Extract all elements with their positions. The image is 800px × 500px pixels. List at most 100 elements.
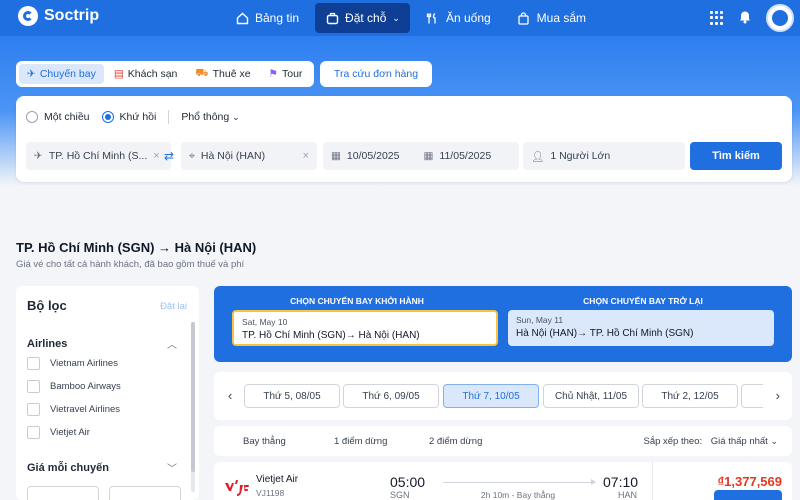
- avatar[interactable]: [766, 4, 794, 32]
- destination-field[interactable]: ⌖ Hà Nội (HAN) ×: [181, 142, 317, 170]
- calendar-icon: ▦: [331, 150, 341, 162]
- price-heading[interactable]: Giá mỗi chuyến: [27, 462, 109, 474]
- one-way-radio[interactable]: [26, 111, 38, 123]
- logo-icon: [18, 6, 38, 26]
- airline-filter-item[interactable]: Vietnam Airlines: [27, 357, 118, 370]
- clear-destination-icon[interactable]: ×: [303, 150, 309, 162]
- nav-label: Mua sắm: [536, 11, 587, 25]
- airlines-heading[interactable]: Airlines: [27, 338, 67, 350]
- leg-date: Sun, May 11: [516, 315, 564, 325]
- airline-filter-item[interactable]: Vietravel Airlines: [27, 403, 120, 416]
- tab-label: Chuyến bay: [39, 68, 96, 80]
- person-icon: 👤︎: [531, 150, 545, 163]
- nav-item-food[interactable]: Ăn uống: [416, 3, 501, 33]
- round-trip-radio[interactable]: [101, 111, 114, 123]
- tab-car-rental[interactable]: ⛟ Thuê xe: [187, 64, 258, 84]
- filter-one-stop[interactable]: 1 điểm dừng: [334, 436, 387, 447]
- flight-path-line: [443, 479, 596, 485]
- filter-two-stops[interactable]: 2 điểm dừng: [429, 436, 482, 447]
- one-way-label: Một chiều: [44, 111, 90, 123]
- chevron-down-icon: ⌄: [392, 12, 400, 23]
- airline-label: Vietnam Airlines: [50, 358, 118, 369]
- leg-route: Hà Nội (HAN)→ TP. Hồ Chí Minh (SGN): [516, 328, 694, 339]
- flight-price: ₫1,377,569: [717, 474, 782, 489]
- date-option[interactable]: Thứ 6, 09/05: [343, 384, 439, 408]
- airline-label: Vietravel Airlines: [50, 404, 121, 415]
- vietjet-logo-graphic: [225, 480, 249, 496]
- tab-flights[interactable]: ✈ Chuyến bay: [19, 64, 104, 84]
- date-option-selected[interactable]: Thứ 7, 10/05: [443, 384, 539, 408]
- date-strip: ‹ Thứ 5, 08/05 Thứ 6, 09/05 Thứ 7, 10/05…: [214, 372, 792, 420]
- outbound-leg-card[interactable]: Sat, May 10 TP. Hồ Chí Minh (SGN)→ Hà Nộ…: [232, 310, 498, 346]
- depart-date-field[interactable]: ▦ 10/05/2025 ▦ 11/05/2025: [323, 142, 519, 170]
- trip-type-row: Một chiều Khứ hồi Phổ thông ⌄: [26, 110, 240, 124]
- page-subtitle: Giá vé cho tất cả hành khách, đã bao gồm…: [16, 259, 245, 270]
- clear-origin-icon[interactable]: ×: [153, 150, 159, 162]
- airline-filter-item[interactable]: Bamboo Airways: [27, 380, 121, 393]
- stops-sort-bar: Bay thẳng 1 điểm dừng 2 điểm dừng Sắp xế…: [214, 426, 792, 456]
- shopping-bag-icon: [517, 11, 531, 25]
- date-option[interactable]: Chủ Nhật, 11/05: [543, 384, 639, 408]
- sort-label: Sắp xếp theo:: [643, 436, 703, 447]
- airline-label: Vietjet Air: [50, 427, 90, 438]
- checkbox[interactable]: [27, 426, 40, 439]
- soctrip-logo[interactable]: Soctrip: [18, 6, 99, 26]
- sort-select[interactable]: Sắp xếp theo: Giá thấp nhất ⌄: [643, 436, 778, 447]
- checkbox[interactable]: [27, 380, 40, 393]
- date-option-partial[interactable]: [741, 384, 763, 408]
- return-leg-card[interactable]: Sun, May 11 Hà Nội (HAN)→ TP. Hồ Chí Min…: [508, 310, 774, 346]
- chevron-down-icon: ⌄: [232, 112, 240, 122]
- depart-airport: SGN: [390, 490, 410, 500]
- flight-result-card[interactable]: Vietjet Air VJ1198 05:00 SGN 2h 10m - Ba…: [214, 462, 792, 500]
- reset-filters-link[interactable]: Đặt lại: [160, 301, 187, 312]
- chevron-left-icon[interactable]: ‹: [228, 388, 232, 403]
- chevron-down-icon[interactable]: ﹀: [167, 460, 177, 475]
- date-option[interactable]: Thứ 5, 08/05: [244, 384, 340, 408]
- passenger-field[interactable]: 👤︎ 1 Người Lớn: [523, 142, 685, 170]
- flight-code: VJ1198: [256, 488, 285, 498]
- apps-grid-icon[interactable]: [710, 11, 724, 25]
- tab-hotels[interactable]: ▤ Khách sạn: [106, 64, 186, 84]
- checkbox[interactable]: [27, 403, 40, 416]
- order-lookup-button[interactable]: Tra cứu đơn hàng: [320, 61, 432, 87]
- airline-name: Vietjet Air: [256, 474, 299, 485]
- outbound-heading: CHỌN CHUYẾN BAY KHỞI HÀNH: [290, 296, 424, 306]
- cabin-class-select[interactable]: Phổ thông ⌄: [181, 111, 239, 123]
- airline-label: Bamboo Airways: [50, 381, 121, 392]
- vietjet-logo: [224, 476, 250, 500]
- tab-label: Tour: [282, 68, 303, 80]
- nav-item-newsfeed[interactable]: Bảng tin: [225, 3, 309, 33]
- plane-icon: ✈: [27, 68, 36, 80]
- bell-icon[interactable]: [738, 9, 752, 27]
- location-pin-icon: ⌖: [189, 149, 195, 162]
- leg-date: Sat, May 10: [242, 317, 288, 327]
- arrive-time: 07:10: [603, 474, 639, 490]
- nav-label: Đặt chỗ: [345, 11, 387, 25]
- chevron-up-icon[interactable]: ︿: [167, 336, 177, 351]
- date-option[interactable]: Thứ 2, 12/05: [642, 384, 738, 408]
- filter-direct[interactable]: Bay thẳng: [243, 436, 286, 447]
- swap-icon[interactable]: ⇄: [164, 149, 174, 163]
- tab-tour[interactable]: ⚑ Tour: [261, 64, 311, 84]
- calendar-icon: ▦: [423, 150, 434, 162]
- cabin-class-value: Phổ thông: [181, 111, 230, 123]
- filter-title: Bộ lọc: [27, 298, 67, 313]
- search-button[interactable]: Tìm kiếm: [690, 142, 782, 170]
- chevron-right-icon[interactable]: ›: [776, 388, 780, 403]
- select-flight-button[interactable]: [714, 490, 782, 500]
- nav-item-booking[interactable]: Đặt chỗ ⌄: [315, 3, 410, 33]
- origin-field[interactable]: ✈ TP. Hồ Chí Minh (S... ×: [26, 142, 171, 170]
- min-price-input[interactable]: [27, 486, 99, 500]
- home-icon: [235, 11, 249, 25]
- filter-panel: Bộ lọc Đặt lại Airlines ︿ Vietnam Airlin…: [16, 286, 199, 500]
- arrive-airport: HAN: [618, 490, 638, 500]
- nav-item-shopping[interactable]: Mua sắm: [507, 3, 596, 33]
- airline-filter-item[interactable]: Vietjet Air: [27, 426, 90, 439]
- filter-scrollbar[interactable]: [191, 322, 195, 492]
- max-price-input[interactable]: [109, 486, 181, 500]
- top-nav-bar: Soctrip Bảng tin Đặt chỗ ⌄ Ăn uống Mua s…: [0, 0, 800, 36]
- tab-label: Khách sạn: [127, 68, 178, 80]
- checkbox[interactable]: [27, 357, 40, 370]
- header-actions: [710, 0, 794, 36]
- nav-label: Bảng tin: [255, 11, 300, 25]
